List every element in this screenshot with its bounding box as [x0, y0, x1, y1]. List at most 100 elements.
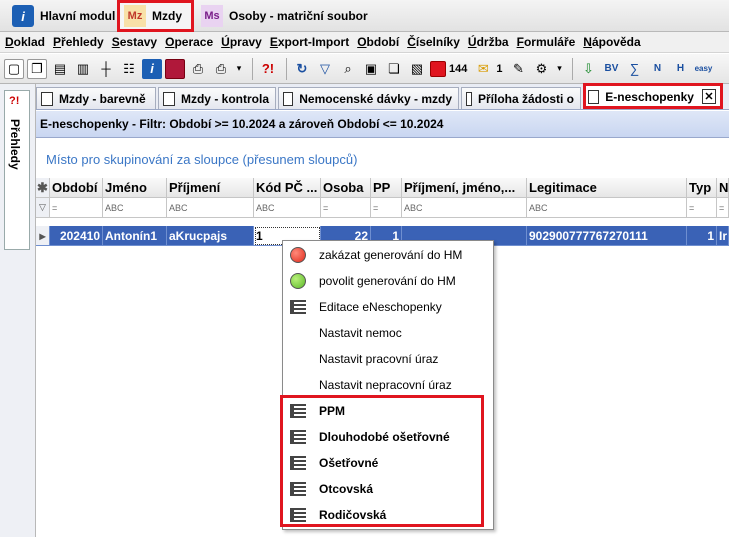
module-tab-osoby-label: Osoby - matriční soubor	[229, 9, 368, 23]
menu-item-label: Dlouhodobé ošetřovné	[319, 430, 450, 444]
notes-icon[interactable]: ✎	[508, 59, 528, 79]
tab-label: E-neschopenky	[605, 89, 694, 104]
menu-item-label: povolit generování do HM	[319, 274, 456, 288]
column-header[interactable]: Příjmení	[167, 178, 254, 198]
clipboard-icon[interactable]: ▣	[361, 59, 381, 79]
filter-cell[interactable]: ABC	[527, 198, 687, 218]
menu-operace[interactable]: Operace	[165, 35, 213, 50]
paste-icon[interactable]: ▧	[407, 59, 427, 79]
tab-priloha-zadosti[interactable]: Příloha žádosti o	[461, 87, 581, 109]
column-header[interactable]: Osoba	[321, 178, 371, 198]
module-tab-main[interactable]: i Hlavní modul	[8, 2, 121, 30]
column-header[interactable]: Příjmení, jméno,...	[402, 178, 527, 198]
tab-nemocenske-davky[interactable]: Nemocenské dávky - mzdy	[278, 87, 459, 109]
filter-cell[interactable]: =	[321, 198, 371, 218]
group-by-zone[interactable]: Místo pro skupinování za sloupce (přesun…	[36, 138, 729, 178]
menu-item-nastavit-pracovni-uraz[interactable]: Nastavit pracovní úraz	[283, 346, 493, 372]
column-header[interactable]: Legitimace	[527, 178, 687, 198]
menu-item-osetrovne[interactable]: Ošetřovné	[283, 450, 493, 476]
menu-sestavy[interactable]: Sestavy	[112, 35, 157, 50]
menu-item-povolit-generovani[interactable]: povolit generování do HM	[283, 268, 493, 294]
module-tab-osoby[interactable]: Ms Osoby - matriční soubor	[197, 2, 374, 30]
cell-prijmeni[interactable]: aKrucpajs	[167, 226, 254, 246]
cell-legitimace[interactable]: 902900777767270111	[527, 226, 687, 246]
tab-label: Mzdy - barevně	[59, 91, 146, 106]
dropdown-arrow-icon[interactable]: ▾	[554, 59, 564, 79]
info-icon[interactable]: i	[142, 58, 162, 79]
menu-udrzba[interactable]: Údržba	[468, 35, 509, 50]
column-header[interactable]: PP	[371, 178, 402, 198]
red-flag-icon[interactable]	[430, 60, 446, 77]
filter-cell[interactable]: ABC	[402, 198, 527, 218]
list-icon	[290, 404, 306, 418]
dropdown-arrow-icon[interactable]: ▾	[234, 59, 244, 79]
tools-icon[interactable]: ⚙	[531, 59, 551, 79]
grid-spacer	[36, 218, 729, 226]
calculate-icon[interactable]: ∑	[624, 59, 644, 79]
add-icon[interactable]: ┼	[96, 59, 116, 79]
column-header[interactable]: Jméno	[103, 178, 167, 198]
hr-icon[interactable]: H	[670, 59, 690, 79]
module-tab-mzdy[interactable]: Mz Mzdy	[117, 0, 194, 32]
easy-icon[interactable]: easy	[693, 59, 713, 79]
cell-jmeno[interactable]: Antonín1	[103, 226, 167, 246]
menu-upravy[interactable]: Úpravy	[221, 35, 262, 50]
cell-obdobi[interactable]: 202410	[50, 226, 103, 246]
printer-icon[interactable]: ⎙	[188, 59, 208, 79]
column-header[interactable]: Období	[50, 178, 103, 198]
menu-doklad[interactable]: Doklad	[5, 35, 45, 50]
filter-cell[interactable]: ABC	[167, 198, 254, 218]
printer-settings-icon[interactable]: ⎙	[211, 59, 231, 79]
menu-item-rodicovska[interactable]: Rodičovská	[283, 502, 493, 528]
tab-prehledy[interactable]: ?! Přehledy	[4, 90, 30, 250]
help-icon[interactable]: ?!	[258, 59, 278, 79]
filter-cell[interactable]: =	[50, 198, 103, 218]
filter-cell[interactable]: =	[371, 198, 402, 218]
column-header[interactable]: Kód PČ ...	[254, 178, 321, 198]
count-mail: 1	[496, 62, 503, 75]
data-grid: ✱ Období Jméno Příjmení Kód PČ ... Osoba…	[36, 178, 729, 246]
menu-napoveda[interactable]: Nápověda	[583, 35, 640, 50]
menu-export-import[interactable]: Export-Import	[270, 35, 349, 50]
cell-typ[interactable]: 1	[687, 226, 717, 246]
menu-item-dlouhodobe-osetrovne[interactable]: Dlouhodobé ošetřovné	[283, 424, 493, 450]
filter-cell[interactable]: ABC	[103, 198, 167, 218]
menu-obdobi[interactable]: Období	[357, 35, 399, 50]
bv-icon[interactable]: BV	[601, 59, 621, 79]
print-preview-icon[interactable]: ▤	[50, 59, 70, 79]
new-document-icon[interactable]: ▢	[4, 58, 24, 79]
search-icon[interactable]: ⌕	[338, 59, 358, 79]
copy-document-icon[interactable]: ❐	[27, 58, 47, 79]
document-icon	[41, 91, 53, 106]
menu-ciselniky[interactable]: Číselníky	[407, 35, 460, 50]
tab-prehledy-label: Přehledy	[8, 119, 22, 170]
filter-cell[interactable]: ABC	[254, 198, 321, 218]
close-icon[interactable]: ✕	[701, 89, 716, 104]
list-icon	[290, 456, 306, 470]
column-header[interactable]: Typ	[687, 178, 717, 198]
tab-mzdy-barevne[interactable]: Mzdy - barevně	[36, 87, 156, 109]
menu-item-ppm[interactable]: PPM	[283, 398, 493, 424]
filter-icon[interactable]: ▽	[315, 59, 335, 79]
menu-item-otcovska[interactable]: Otcovská	[283, 476, 493, 502]
column-header[interactable]: N	[717, 178, 729, 198]
mail-icon[interactable]: ✉	[473, 59, 493, 79]
menu-formulare[interactable]: Formuláře	[517, 35, 576, 50]
copy-icon[interactable]: ❏	[384, 59, 404, 79]
menu-item-editace-eneschopenky[interactable]: Editace eNeschopenky	[283, 294, 493, 320]
menu-item-nastavit-nepracovni-uraz[interactable]: Nastavit nepracovní úraz	[283, 372, 493, 398]
tab-e-neschopenky[interactable]: E-neschopenky ✕	[583, 83, 723, 109]
tree-icon[interactable]: ☷	[119, 59, 139, 79]
menu-prehledy[interactable]: Přehledy	[53, 35, 104, 50]
tab-mzdy-kontrola[interactable]: Mzdy - kontrola	[158, 87, 276, 109]
generate-icon[interactable]: ⇩	[578, 59, 598, 79]
menu-item-nastavit-nemoc[interactable]: Nastavit nemoc	[283, 320, 493, 346]
refresh-icon[interactable]: ↻	[292, 59, 312, 79]
book-icon[interactable]	[165, 58, 185, 79]
report-icon[interactable]: ▥	[73, 59, 93, 79]
cell-n[interactable]: Ir	[717, 226, 729, 246]
nv-icon[interactable]: N	[647, 59, 667, 79]
menu-item-zakazat-generovani[interactable]: zakázat generování do HM	[283, 242, 493, 268]
filter-cell[interactable]: =	[687, 198, 717, 218]
filter-cell[interactable]: =	[717, 198, 729, 218]
